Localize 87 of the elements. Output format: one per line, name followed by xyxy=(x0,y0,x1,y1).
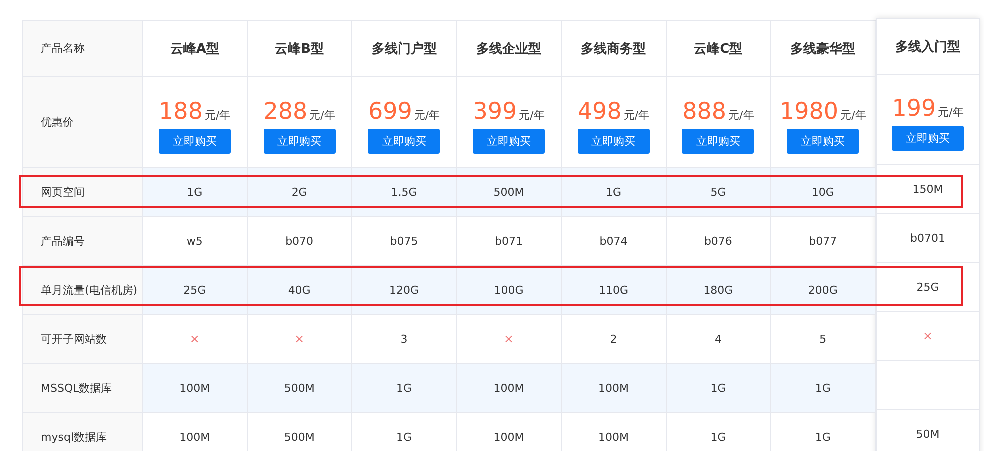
table-cell: 120G xyxy=(390,284,420,296)
price: 699 xyxy=(368,98,412,124)
product-name: 云峰A型 xyxy=(170,40,220,58)
table-cell: b071 xyxy=(495,234,523,248)
table-cell: 500M xyxy=(284,430,315,444)
table-cell: 4 xyxy=(714,332,722,346)
buy-button[interactable]: 立即购买 xyxy=(368,128,440,154)
price-unit: 元/年 xyxy=(519,108,545,122)
product-name: 云峰C型 xyxy=(694,40,743,58)
row-label: 产品编号 xyxy=(41,234,85,248)
table-cell: 100G xyxy=(494,284,524,296)
table-cell: b0701 xyxy=(910,232,946,244)
table-cell: 100M xyxy=(494,382,524,394)
product-name: 多线企业型 xyxy=(476,40,542,58)
cross-mark: × xyxy=(922,329,934,343)
table-cell: 1G xyxy=(187,186,203,198)
table-cell: b075 xyxy=(390,234,418,248)
table-cell: 1G xyxy=(396,382,412,394)
product-name: 多线商务型 xyxy=(581,40,646,58)
table-cell: b077 xyxy=(809,234,838,248)
price: 1980 xyxy=(780,98,839,124)
buy-button[interactable]: 立即购买 xyxy=(158,128,231,154)
table-cell: b070 xyxy=(286,234,314,248)
table-cell: 100M xyxy=(598,430,629,444)
table-cell: 25G xyxy=(184,284,206,296)
cross-mark: × xyxy=(504,332,514,346)
buy-button[interactable]: 立即购买 xyxy=(264,128,336,154)
table-cell: 1G xyxy=(815,382,831,394)
table-cell: 1G xyxy=(710,430,726,444)
buy-button[interactable]: 立即购买 xyxy=(787,128,860,154)
table-cell: 110G xyxy=(598,284,628,296)
table-cell: b076 xyxy=(704,234,732,248)
table-cell: 25G xyxy=(916,280,940,294)
row-label: 产品名称 xyxy=(41,41,85,56)
table-cell: 500M xyxy=(284,382,315,394)
table-cell: 180G xyxy=(704,284,734,296)
price-unit: 元/年 xyxy=(840,108,866,122)
table-cell: 1G xyxy=(710,382,726,394)
table-cell: 150M xyxy=(912,182,944,196)
table-cell: 10G xyxy=(812,186,834,198)
table-cell: 1G xyxy=(606,186,622,198)
row-label: MSSQL数据库 xyxy=(41,380,112,396)
buy-button[interactable]: 立即购买 xyxy=(682,128,754,154)
price: 498 xyxy=(578,98,622,124)
table-cell: 100M xyxy=(180,382,210,394)
row-label: 可开子网站数 xyxy=(41,332,107,346)
table-cell: 100M xyxy=(180,430,210,444)
table-cell: 40G xyxy=(288,284,311,296)
price-unit: 元/年 xyxy=(414,108,440,122)
table-cell: 5G xyxy=(710,186,726,198)
table-cell: 5 xyxy=(820,332,827,346)
table-cell: 1.5G xyxy=(391,186,418,198)
table-cell: 2G xyxy=(292,186,308,198)
price-unit: 元/年 xyxy=(624,108,650,122)
table-cell: 3 xyxy=(400,332,408,346)
row-label: 优惠价 xyxy=(41,114,74,130)
price: 188 xyxy=(159,98,203,124)
buy-button[interactable]: 立即购买 xyxy=(578,128,650,154)
price-unit: 元/年 xyxy=(728,108,754,122)
table-cell: 500M xyxy=(494,186,524,198)
row-label: 单月流量(电信机房) xyxy=(41,282,138,298)
cross-mark: × xyxy=(294,332,305,346)
price: 888 xyxy=(682,98,727,124)
buy-button[interactable]: 立即购买 xyxy=(473,128,546,154)
price: 288 xyxy=(264,98,308,124)
table-cell: w5 xyxy=(186,234,203,248)
row-label: 网页空间 xyxy=(41,184,85,200)
table-cell: 2 xyxy=(610,332,618,346)
buy-button[interactable]: 立即购买 xyxy=(892,126,964,151)
table-cell: 100M xyxy=(598,382,629,394)
product-name: 多线入门型 xyxy=(896,38,960,56)
product-name: 云峰B型 xyxy=(275,40,324,58)
price: 399 xyxy=(473,98,518,124)
table-cell: 1G xyxy=(815,430,831,444)
price: 199 xyxy=(892,96,936,122)
price-unit: 元/年 xyxy=(310,108,336,122)
table-cell: 1G xyxy=(396,430,412,444)
price-unit: 元/年 xyxy=(204,108,231,122)
product-name: 多线豪华型 xyxy=(790,40,856,58)
row-label: mysql数据库 xyxy=(41,430,107,444)
table-cell: 50M xyxy=(916,428,940,440)
table-cell: 100M xyxy=(494,430,524,444)
table-cell: b074 xyxy=(600,234,628,248)
table-cell: 200G xyxy=(808,284,838,296)
price-unit: 元/年 xyxy=(938,105,964,120)
cross-mark: × xyxy=(190,332,200,346)
product-name: 多线门户型 xyxy=(372,40,437,58)
